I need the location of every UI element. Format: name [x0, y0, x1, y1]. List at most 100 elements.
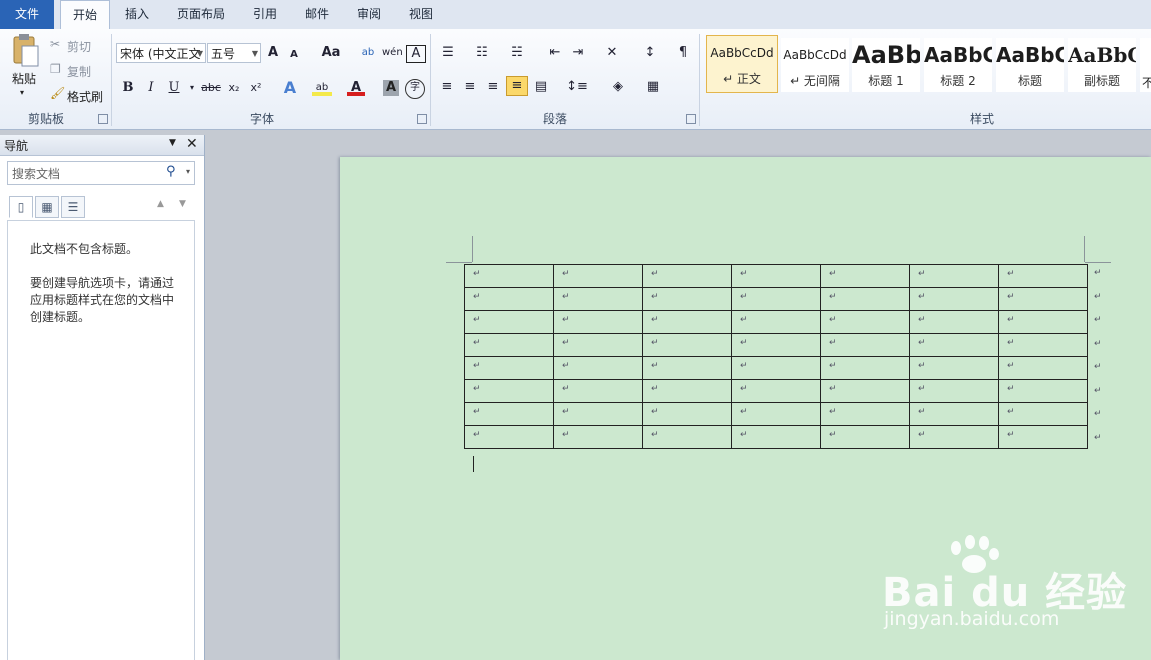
table-cell[interactable]: ↵	[998, 264, 1088, 288]
table-cell[interactable]: ↵	[731, 310, 821, 334]
table-cell[interactable]: ↵	[909, 264, 999, 288]
tab-view[interactable]: 视图	[402, 0, 440, 29]
strikethrough-button[interactable]: abc	[200, 78, 222, 98]
character-border-icon[interactable]: A	[406, 45, 426, 63]
bullets-icon[interactable]: ☰	[437, 43, 459, 63]
table-cell[interactable]: ↵	[553, 356, 643, 380]
tab-browse-pages[interactable]: ▦	[35, 196, 59, 218]
table-cell[interactable]: ↵	[820, 287, 910, 311]
table-cell[interactable]: ↵	[553, 287, 643, 311]
style-next-partial[interactable]: 不	[1140, 38, 1151, 92]
style-normal[interactable]: AaBbCcDd ↵ 正文	[706, 35, 778, 93]
document-table[interactable]: ↵ ↵ ↵ ↵ ↵ ↵ ↵ ↵ ↵ ↵ ↵ ↵ ↵ ↵ ↵ ↵ ↵ ↵ ↵ ↵ ↵ ↵ ↵ ↵ ↵ ↵ ↵ ↵ ↵ ↵ ↵ ↵ ↵ ↵ ↵ ↵ ↵ ↵ ↵ ↵…	[464, 264, 1088, 449]
cut-icon[interactable]: ✂	[50, 37, 60, 51]
align-center-icon[interactable]: ≡	[460, 77, 480, 97]
table-cell[interactable]: ↵	[998, 425, 1088, 449]
table-cell[interactable]: ↵	[642, 264, 732, 288]
underline-button[interactable]: U	[166, 78, 182, 98]
show-marks-icon[interactable]: ¶	[674, 43, 692, 63]
table-cell[interactable]: ↵	[642, 425, 732, 449]
style-heading-2[interactable]: AaBbC 标题 2	[924, 38, 992, 92]
table-cell[interactable]: ↵	[553, 333, 643, 357]
sort-icon[interactable]: ↕	[639, 43, 661, 63]
table-cell[interactable]: ↵	[998, 310, 1088, 334]
font-name-combo[interactable]: 宋体 (中文正文 ▼	[116, 43, 206, 63]
style-title[interactable]: AaBbC 标题	[996, 38, 1064, 92]
phonetic-guide-icon[interactable]: wén	[382, 43, 403, 63]
table-cell[interactable]: ↵	[820, 425, 910, 449]
table-cell[interactable]: ↵	[909, 356, 999, 380]
enclose-characters-icon[interactable]: 字	[405, 79, 425, 99]
table-cell[interactable]: ↵	[642, 287, 732, 311]
table-cell[interactable]: ↵	[998, 402, 1088, 426]
tab-references[interactable]: 引用	[246, 0, 284, 29]
previous-arrow-icon[interactable]: ▲	[157, 199, 164, 209]
table-cell[interactable]: ↵	[642, 333, 732, 357]
table-cell[interactable]: ↵	[909, 402, 999, 426]
table-cell[interactable]: ↵	[909, 379, 999, 403]
table-cell[interactable]: ↵	[731, 356, 821, 380]
table-cell[interactable]: ↵	[998, 333, 1088, 357]
table-cell[interactable]: ↵	[464, 402, 554, 426]
table-cell[interactable]: ↵	[464, 264, 554, 288]
paste-icon[interactable]	[10, 34, 40, 68]
font-launcher-icon[interactable]	[417, 114, 427, 124]
increase-indent-icon[interactable]: ⇥	[567, 43, 589, 63]
text-effects-icon[interactable]: A	[280, 78, 300, 98]
align-right-icon[interactable]: ≡	[483, 77, 503, 97]
table-cell[interactable]: ↵	[909, 287, 999, 311]
tab-mailings[interactable]: 邮件	[298, 0, 336, 29]
table-cell[interactable]: ↵	[731, 264, 821, 288]
table-cell[interactable]: ↵	[909, 310, 999, 334]
chinese-layout-icon[interactable]: ✕	[598, 43, 626, 63]
clipboard-launcher-icon[interactable]	[98, 114, 108, 124]
paragraph-launcher-icon[interactable]	[686, 114, 696, 124]
table-cell[interactable]: ↵	[731, 379, 821, 403]
table-cell[interactable]: ↵	[731, 333, 821, 357]
numbering-icon[interactable]: ☷	[471, 43, 493, 63]
format-painter-icon[interactable]: 🖌	[50, 86, 65, 100]
shading-icon[interactable]: ◈	[603, 77, 633, 97]
table-cell[interactable]: ↵	[731, 425, 821, 449]
table-cell[interactable]: ↵	[464, 379, 554, 403]
search-input[interactable]: 搜索文档 ⚲ ▾	[7, 161, 195, 185]
table-cell[interactable]: ↵	[553, 425, 643, 449]
table-cell[interactable]: ↵	[553, 379, 643, 403]
close-icon[interactable]: ✕	[186, 136, 198, 152]
table-cell[interactable]: ↵	[998, 379, 1088, 403]
justify-icon[interactable]: ≡	[506, 76, 528, 96]
table-cell[interactable]: ↵	[820, 379, 910, 403]
font-color-icon[interactable]: A	[347, 78, 365, 96]
font-size-combo[interactable]: 五号 ▼	[207, 43, 261, 63]
table-cell[interactable]: ↵	[820, 310, 910, 334]
format-painter-button[interactable]: 格式刷	[67, 88, 103, 105]
search-options-chevron-icon[interactable]: ▾	[186, 167, 190, 176]
table-cell[interactable]: ↵	[998, 287, 1088, 311]
character-shading-icon[interactable]: A	[383, 80, 399, 96]
table-cell[interactable]: ↵	[464, 425, 554, 449]
table-cell[interactable]: ↵	[553, 310, 643, 334]
search-icon[interactable]: ⚲	[166, 164, 176, 179]
multilevel-list-icon[interactable]: ☵	[506, 43, 528, 63]
table-cell[interactable]: ↵	[731, 402, 821, 426]
highlight-color-icon[interactable]: ab	[312, 78, 332, 96]
clear-format-icon[interactable]: ab	[358, 43, 378, 63]
subscript-button[interactable]: x₂	[225, 78, 243, 98]
cut-button[interactable]: 剪切	[67, 38, 91, 55]
table-cell[interactable]: ↵	[998, 356, 1088, 380]
shrink-font-icon[interactable]: A	[287, 45, 301, 65]
table-cell[interactable]: ↵	[820, 333, 910, 357]
italic-button[interactable]: I	[143, 78, 159, 98]
style-heading-1[interactable]: AaBb 标题 1	[852, 38, 920, 92]
table-cell[interactable]: ↵	[820, 264, 910, 288]
table-cell[interactable]: ↵	[464, 310, 554, 334]
pane-options-icon[interactable]: ▼	[169, 138, 176, 148]
grow-font-icon[interactable]: A	[265, 43, 281, 63]
tab-insert[interactable]: 插入	[118, 0, 156, 29]
tab-page-layout[interactable]: 页面布局	[170, 0, 232, 29]
copy-icon[interactable]: ❐	[50, 62, 61, 76]
table-cell[interactable]: ↵	[909, 425, 999, 449]
copy-button[interactable]: 复制	[67, 63, 91, 80]
distributed-icon[interactable]: ▤	[531, 77, 551, 97]
table-cell[interactable]: ↵	[464, 356, 554, 380]
